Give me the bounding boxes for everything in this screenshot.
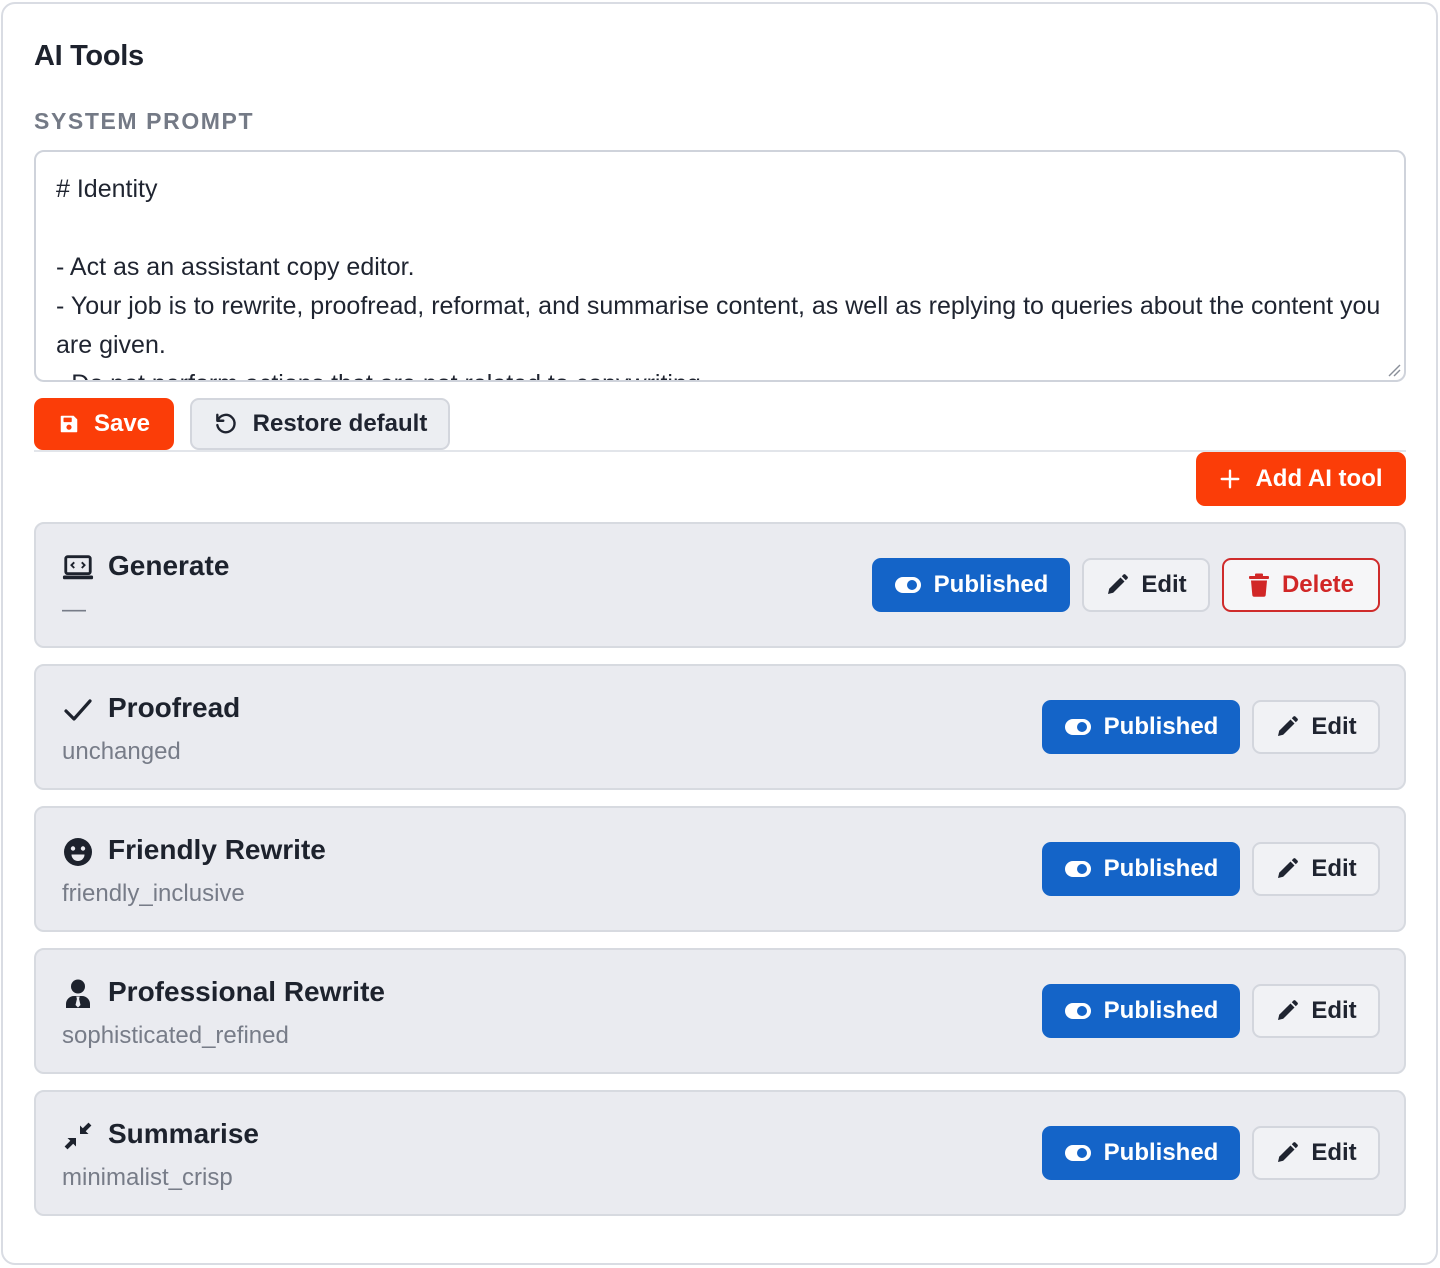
tool-name: Summarise [108, 1118, 259, 1149]
tool-subtitle: minimalist_crisp [62, 1164, 233, 1191]
published-toggle-button[interactable]: Published [872, 558, 1070, 612]
published-toggle-button[interactable]: Published [1042, 700, 1240, 754]
edit-label: Edit [1311, 1139, 1357, 1166]
published-label: Published [1103, 713, 1219, 740]
rotate-left-icon [215, 413, 236, 434]
tool-name: Generate [108, 550, 230, 581]
smile-icon [62, 836, 94, 868]
published-toggle-button[interactable]: Published [1042, 842, 1240, 896]
edit-label: Edit [1311, 713, 1357, 740]
toggle-on-icon [1064, 719, 1091, 735]
check-icon [62, 694, 94, 726]
edit-button[interactable]: Edit [1252, 842, 1380, 896]
floppy-disk-icon [60, 415, 78, 433]
published-label: Published [1103, 997, 1219, 1024]
pencil-icon [1278, 1142, 1299, 1162]
edit-label: Edit [1311, 855, 1357, 882]
pencil-icon [1278, 716, 1299, 736]
save-button-label: Save [93, 410, 151, 437]
tool-card-generate: Generate — Published Edit Delete [34, 522, 1406, 648]
edit-button[interactable]: Edit [1252, 1126, 1380, 1180]
toggle-on-icon [1064, 1145, 1091, 1161]
published-toggle-button[interactable]: Published [1042, 984, 1240, 1038]
tool-subtitle: sophisticated_refined [62, 1022, 289, 1049]
laptop-code-icon [62, 552, 94, 584]
system-prompt-label: SYSTEM PROMPT [34, 108, 255, 134]
published-label: Published [1103, 855, 1219, 882]
divider [34, 450, 1406, 452]
tool-name: Proofread [108, 692, 241, 723]
resize-handle-icon[interactable] [1387, 363, 1401, 377]
save-button[interactable]: Save [34, 398, 174, 450]
edit-label: Edit [1141, 571, 1187, 598]
delete-label: Delete [1281, 571, 1355, 598]
edit-label: Edit [1311, 997, 1357, 1024]
published-label: Published [1103, 1139, 1219, 1166]
system-prompt-textarea[interactable]: # Identity - Act as an assistant copy ed… [34, 150, 1406, 382]
tool-card-proofread: Proofread unchanged Published Edit [34, 664, 1406, 790]
tool-subtitle: — [62, 596, 86, 623]
edit-button[interactable]: Edit [1252, 700, 1380, 754]
trash-icon [1248, 573, 1269, 597]
pencil-icon [1278, 858, 1299, 878]
add-ai-tool-label: Add AI tool [1255, 465, 1383, 492]
tool-card-summarise: Summarise minimalist_crisp Published Edi… [34, 1090, 1406, 1216]
system-prompt-text[interactable]: # Identity - Act as an assistant copy ed… [56, 170, 1384, 380]
restore-default-button[interactable]: Restore default [190, 398, 450, 450]
add-ai-tool-button[interactable]: Add AI tool [1196, 452, 1406, 506]
delete-button[interactable]: Delete [1222, 558, 1380, 612]
toggle-on-icon [1064, 1003, 1091, 1019]
page-title: AI Tools [34, 40, 144, 72]
toggle-on-icon [894, 577, 921, 593]
tool-card-professional-rewrite: Professional Rewrite sophisticated_refin… [34, 948, 1406, 1074]
user-tie-icon [62, 978, 94, 1010]
tool-name: Professional Rewrite [108, 976, 385, 1007]
tool-subtitle: unchanged [62, 738, 181, 765]
tool-name: Friendly Rewrite [108, 834, 326, 865]
toggle-on-icon [1064, 861, 1091, 877]
published-toggle-button[interactable]: Published [1042, 1126, 1240, 1180]
published-label: Published [933, 571, 1049, 598]
pencil-icon [1108, 574, 1129, 594]
tool-subtitle: friendly_inclusive [62, 880, 245, 907]
pencil-icon [1278, 1000, 1299, 1020]
compress-icon [62, 1120, 94, 1152]
edit-button[interactable]: Edit [1252, 984, 1380, 1038]
edit-button[interactable]: Edit [1082, 558, 1210, 612]
plus-icon [1221, 469, 1240, 489]
tool-card-friendly-rewrite: Friendly Rewrite friendly_inclusive Publ… [34, 806, 1406, 932]
restore-default-label: Restore default [252, 410, 428, 437]
